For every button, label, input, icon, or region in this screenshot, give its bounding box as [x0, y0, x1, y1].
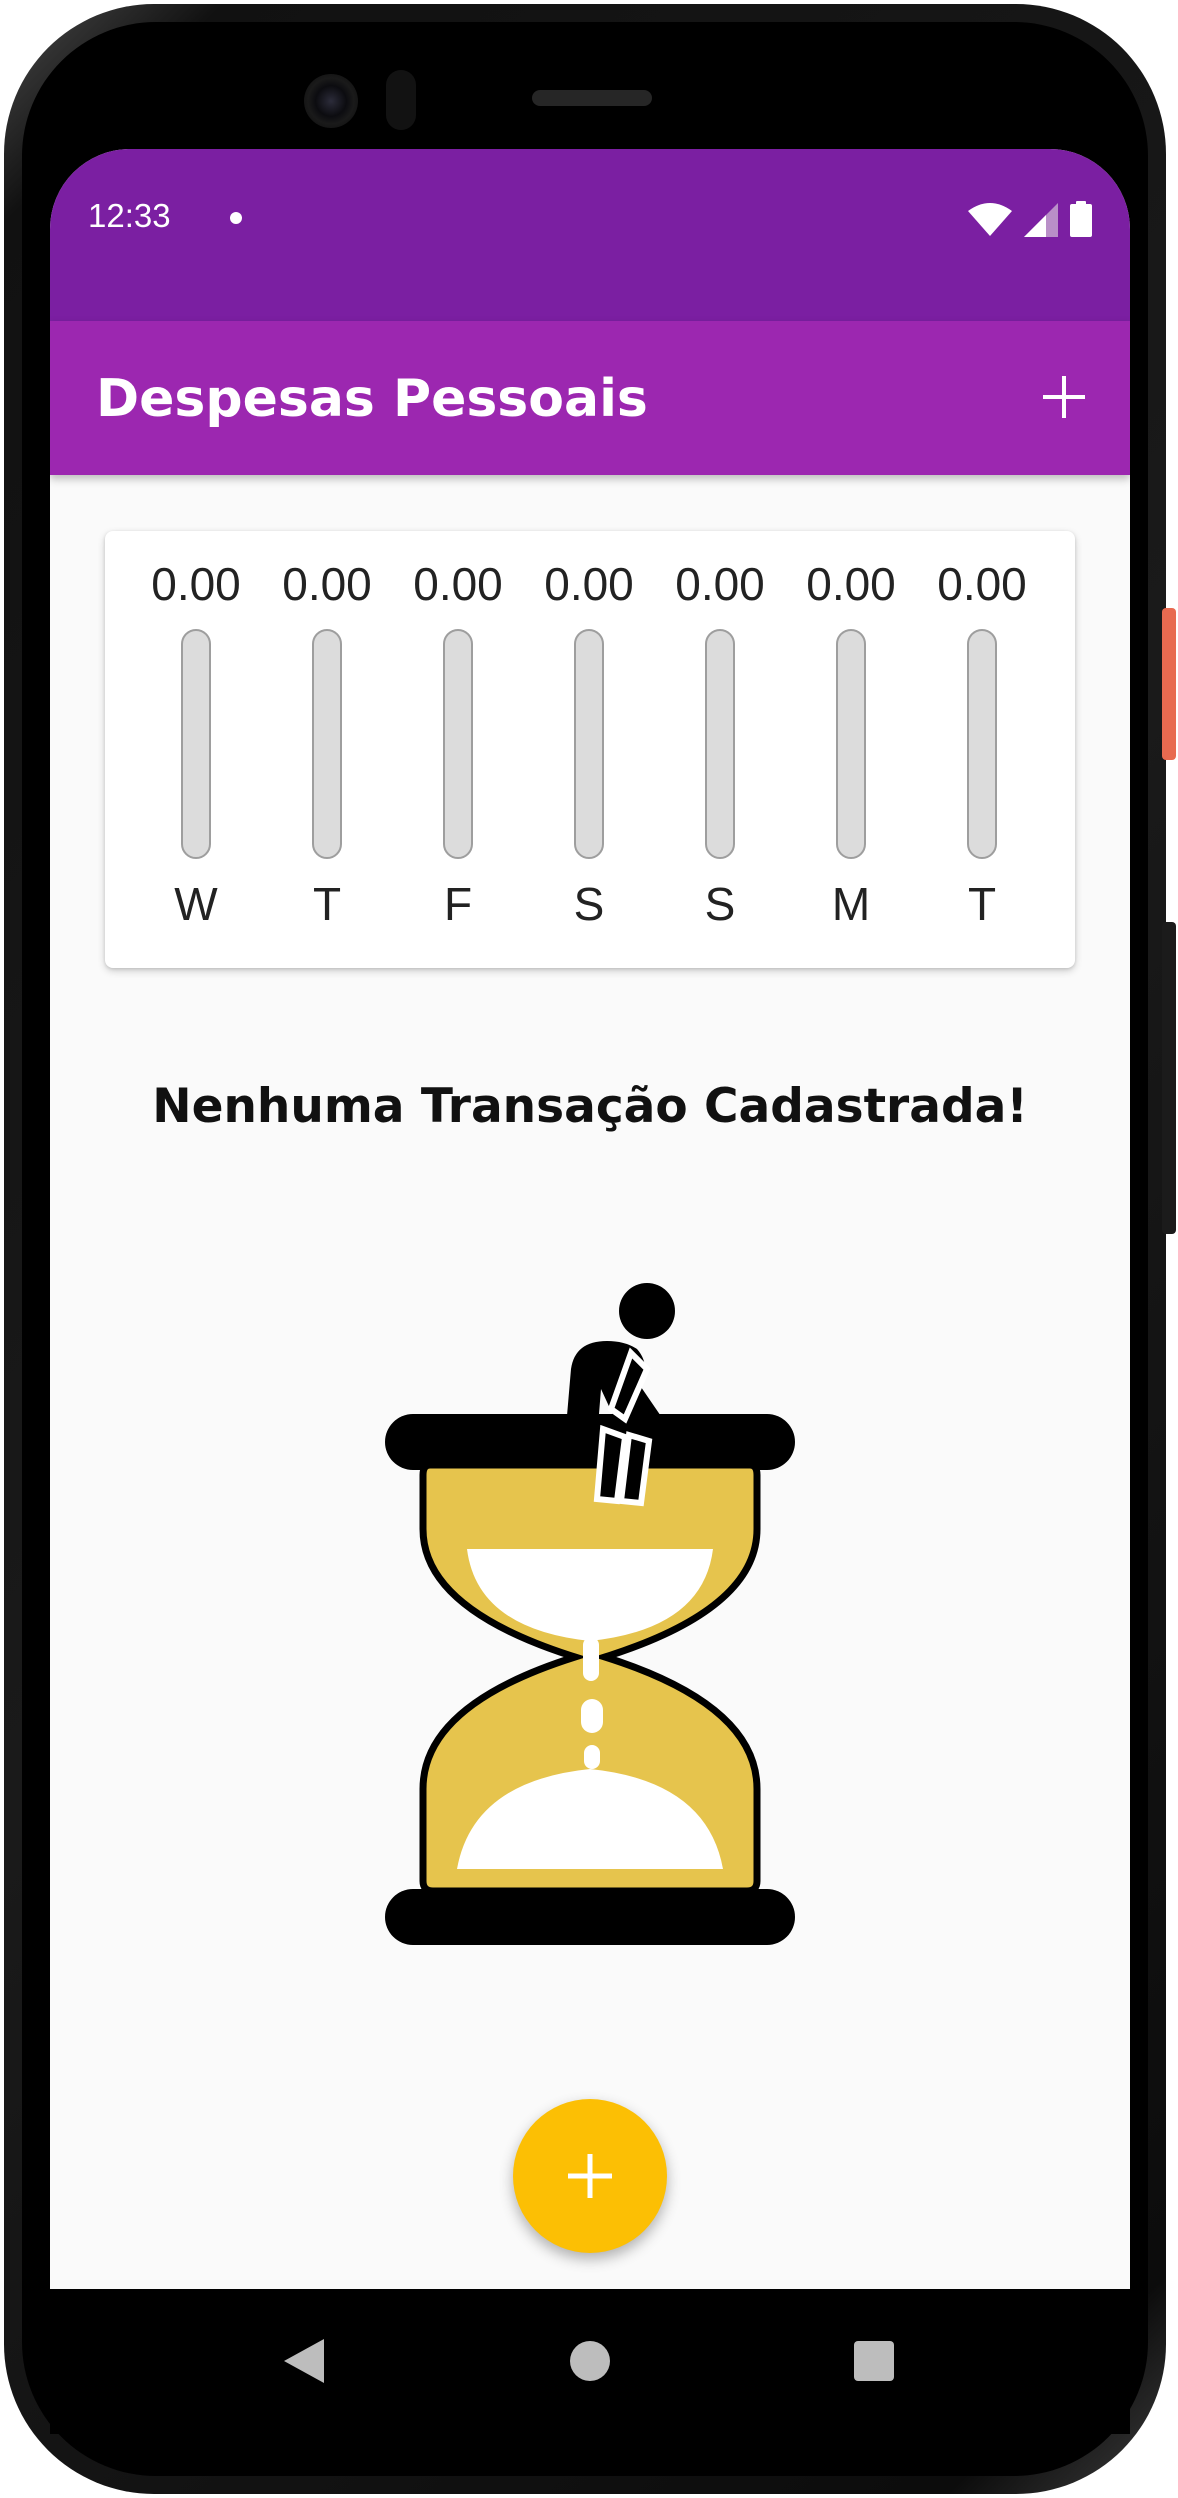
status-icons [968, 201, 1092, 237]
add-transaction-button[interactable] [1024, 357, 1104, 437]
back-button[interactable] [272, 2329, 336, 2393]
chart-bar-value: 0.00 [544, 558, 634, 610]
plus-icon [1043, 376, 1085, 418]
wifi-icon [968, 203, 1012, 236]
recents-button[interactable] [842, 2329, 906, 2393]
chart-bar-track [705, 629, 735, 859]
earpiece-speaker [532, 90, 652, 106]
hourglass-waiting-icon [385, 1283, 795, 1945]
chart-bar-value: 0.00 [937, 558, 1027, 610]
chart-bar-column: 0.00 T [272, 557, 382, 931]
phone-frame: 12:33 Despesas Pessoais 0.00 W 0.00 T 0.… [4, 4, 1176, 2494]
plus-icon [568, 2154, 612, 2198]
app-bar: Despesas Pessoais [50, 321, 1130, 475]
status-time: 12:33 [88, 197, 171, 234]
power-button [1162, 608, 1176, 760]
chart-bar-column: 0.00 F [403, 557, 513, 931]
chart-day-label: T [312, 878, 342, 930]
notification-dot-icon [230, 212, 242, 224]
weekly-chart-card: 0.00 W 0.00 T 0.00 F 0.00 S 0.00 S 0.00 M 0.00 T [105, 531, 1075, 968]
battery-icon [1070, 201, 1092, 237]
chart-bar-track [443, 629, 473, 859]
status-bar: 12:33 [50, 149, 1130, 321]
chart-bar-column: 0.00 S [665, 557, 775, 931]
chart-day-label: F [443, 878, 473, 930]
chart-bar-track [574, 629, 604, 859]
recents-square-icon [854, 2341, 894, 2381]
chart-bar-column: 0.00 S [534, 557, 644, 931]
app-title: Despesas Pessoais [96, 369, 648, 429]
signal-icon [1024, 203, 1058, 237]
chart-bar-value: 0.00 [675, 558, 765, 610]
chart-bar-column: 0.00 W [141, 557, 251, 931]
chart-bar-value: 0.00 [413, 558, 503, 610]
chart-bar-column: 0.00 T [927, 557, 1037, 931]
home-circle-icon [570, 2341, 610, 2381]
chart-day-label: S [704, 878, 736, 930]
chart-bar-value: 0.00 [806, 558, 896, 610]
chart-bar-track [836, 629, 866, 859]
system-nav-bar [50, 2289, 1130, 2434]
chart-day-label: T [967, 878, 997, 930]
chart-day-label: S [573, 878, 605, 930]
chart-bar-track [181, 629, 211, 859]
chart-day-label: W [174, 878, 218, 930]
proximity-sensor [386, 70, 416, 130]
chart-day-label: M [831, 878, 871, 930]
empty-state-message: Nenhuma Transação Cadastrada! [152, 1079, 1028, 1134]
chart-bar-value: 0.00 [282, 558, 372, 610]
front-camera-icon [304, 74, 358, 128]
home-button[interactable] [558, 2329, 622, 2393]
chart-bar-track [967, 629, 997, 859]
chart-bar-track [312, 629, 342, 859]
chart-bar-value: 0.00 [151, 558, 241, 610]
volume-button [1162, 922, 1176, 1234]
chart-bar-column: 0.00 M [796, 557, 906, 931]
screen: 12:33 Despesas Pessoais 0.00 W 0.00 T 0.… [50, 149, 1130, 2434]
back-triangle-icon [284, 2339, 324, 2383]
floating-add-button[interactable] [513, 2099, 667, 2253]
